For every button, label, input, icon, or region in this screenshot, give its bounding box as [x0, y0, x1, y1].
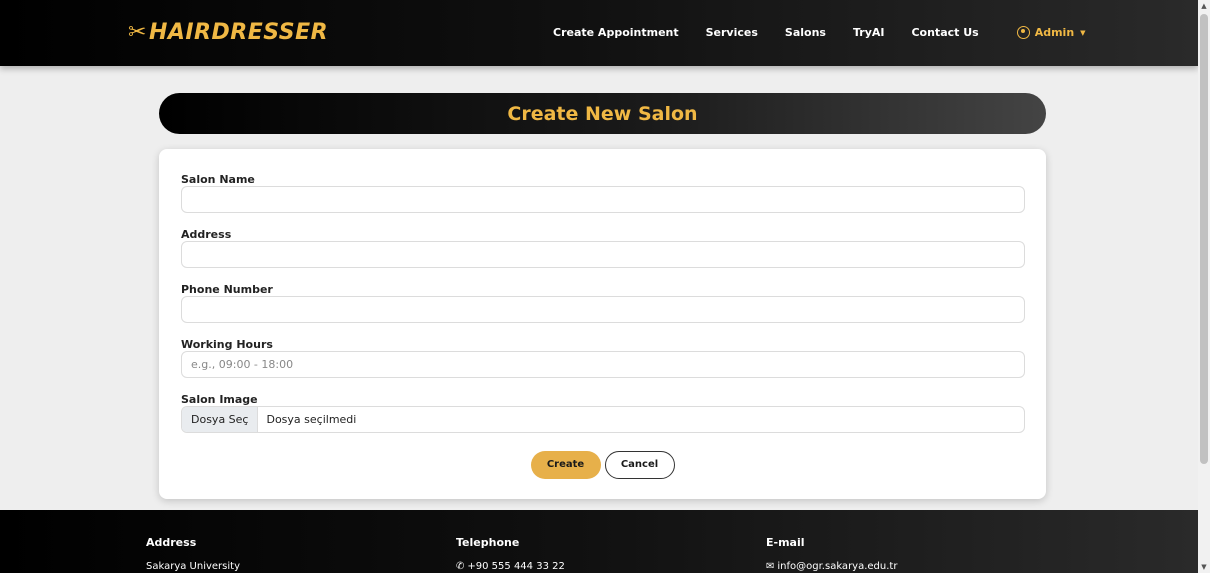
- nav-create-appointment[interactable]: Create Appointment: [553, 26, 679, 39]
- scroll-down-arrow-icon[interactable]: ▼: [1198, 561, 1210, 573]
- page-title-banner: Create New Salon: [159, 93, 1046, 134]
- choose-file-button[interactable]: Dosya Seç: [182, 407, 259, 432]
- address-label: Address: [181, 228, 232, 241]
- page-scrollbar[interactable]: ▲ ▼: [1198, 0, 1210, 573]
- nav-links: Create Appointment Services Salons TryAI…: [553, 26, 1086, 39]
- phone-number-input[interactable]: [181, 296, 1025, 323]
- footer-email-text[interactable]: info@ogr.sakarya.edu.tr: [777, 561, 897, 572]
- nav-salons[interactable]: Salons: [785, 26, 826, 39]
- file-status-text: Dosya seçilmedi: [266, 413, 357, 426]
- salon-name-label: Salon Name: [181, 173, 255, 186]
- scrollbar-thumb[interactable]: [1200, 14, 1208, 464]
- footer-telephone-line: ✆ +90 555 444 33 22: [456, 561, 565, 572]
- page-title: Create New Salon: [507, 102, 698, 125]
- scissors-icon: ✂: [128, 20, 147, 45]
- caret-down-icon: ▼: [1080, 28, 1086, 37]
- form-actions: Create Cancel: [159, 451, 1046, 479]
- user-name: Admin: [1034, 26, 1075, 39]
- nav-contact-us[interactable]: Contact Us: [911, 26, 978, 39]
- footer: Address Sakarya University Telephone ✆ +…: [0, 510, 1198, 573]
- cancel-button[interactable]: Cancel: [604, 451, 675, 479]
- salon-image-label: Salon Image: [181, 393, 258, 406]
- footer-address: Address Sakarya University: [146, 536, 240, 572]
- footer-address-title: Address: [146, 536, 197, 549]
- working-hours-label: Working Hours: [181, 338, 273, 351]
- user-menu-dropdown[interactable]: Admin ▼: [1016, 26, 1086, 39]
- footer-telephone-text: +90 555 444 33 22: [467, 561, 565, 572]
- navbar: ✂ HAIRDRESSER Create Appointment Service…: [0, 0, 1198, 66]
- phone-number-label: Phone Number: [181, 283, 273, 296]
- page: ✂ HAIRDRESSER Create Appointment Service…: [0, 0, 1210, 573]
- user-circle-icon: [1016, 26, 1030, 39]
- footer-email-title: E-mail: [766, 536, 805, 549]
- footer-email-line: ✉ info@ogr.sakarya.edu.tr: [766, 561, 897, 572]
- working-hours-input[interactable]: e.g., 09:00 - 18:00: [181, 351, 1025, 378]
- nav-services[interactable]: Services: [706, 26, 758, 39]
- footer-address-text: Sakarya University: [146, 561, 240, 572]
- footer-telephone: Telephone ✆ +90 555 444 33 22: [456, 536, 565, 572]
- phone-icon: ✆: [456, 561, 465, 572]
- scroll-up-arrow-icon[interactable]: ▲: [1198, 0, 1210, 12]
- envelope-icon: ✉: [766, 561, 775, 572]
- brand-name: HAIRDRESSER: [148, 20, 329, 45]
- footer-email: E-mail ✉ info@ogr.sakarya.edu.tr: [766, 536, 897, 572]
- salon-name-input[interactable]: [181, 186, 1025, 213]
- footer-telephone-title: Telephone: [456, 536, 520, 549]
- brand-logo[interactable]: ✂ HAIRDRESSER: [128, 20, 328, 45]
- salon-form: Salon Name Address Phone Number Working …: [159, 149, 1046, 499]
- address-input[interactable]: [181, 241, 1025, 268]
- nav-tryai[interactable]: TryAI: [853, 26, 885, 39]
- salon-image-file-input[interactable]: Dosya Seç Dosya seçilmedi: [181, 406, 1025, 433]
- create-button[interactable]: Create: [530, 451, 601, 479]
